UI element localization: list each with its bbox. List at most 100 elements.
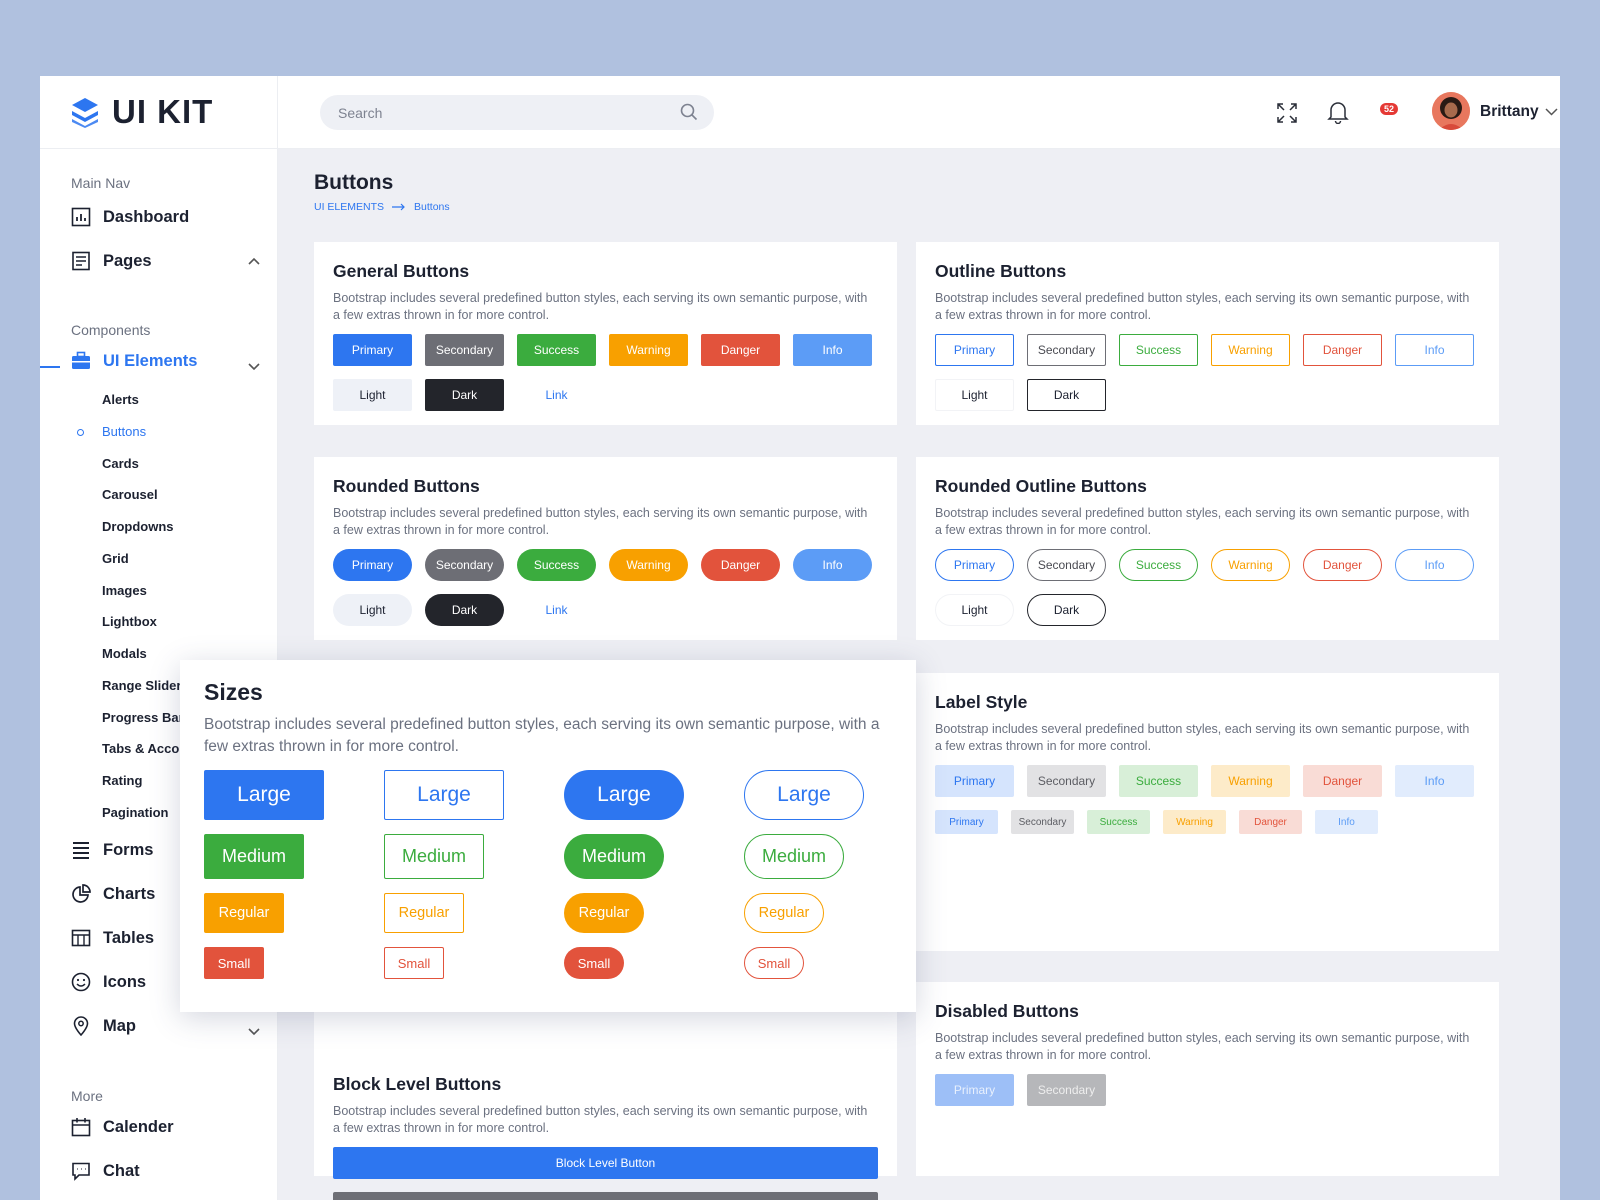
chevron-up-icon[interactable] [248, 257, 260, 265]
sub-lightbox[interactable]: Lightbox [102, 614, 157, 629]
label-info-button[interactable]: Info [1395, 765, 1474, 797]
nav-tables[interactable]: Tables [71, 928, 154, 948]
rounded-primary-button[interactable]: Primary [333, 549, 412, 581]
sub-range-slider[interactable]: Range Slider [102, 678, 181, 693]
bell-icon[interactable] [1327, 100, 1349, 124]
search-icon[interactable] [680, 103, 698, 121]
large-rounded-button[interactable]: Large [564, 770, 684, 820]
small-rounded-button[interactable]: Small [564, 947, 624, 979]
label-small-secondary-button[interactable]: Secondary [1011, 810, 1074, 834]
sub-alerts[interactable]: Alerts [102, 392, 139, 407]
label-secondary-button[interactable]: Secondary [1027, 765, 1106, 797]
small-outline-button[interactable]: Small [384, 947, 444, 979]
chevron-down-icon[interactable] [248, 1028, 260, 1036]
fullscreen-icon[interactable] [1276, 102, 1298, 124]
sub-pagination[interactable]: Pagination [102, 805, 168, 820]
small-solid-button[interactable]: Small [204, 947, 264, 979]
rounded-dark-button[interactable]: Dark [425, 594, 504, 626]
regular-rounded-outline-button[interactable]: Regular [744, 893, 824, 933]
breadcrumb-parent[interactable]: UI ELEMENTS [314, 201, 384, 213]
label-small-primary-button[interactable]: Primary [935, 810, 998, 834]
label-danger-button[interactable]: Danger [1303, 765, 1382, 797]
nav-forms[interactable]: Forms [71, 840, 153, 860]
label-small-info-button[interactable]: Info [1315, 810, 1378, 834]
label-warning-button[interactable]: Warning [1211, 765, 1290, 797]
label-small-success-button[interactable]: Success [1087, 810, 1150, 834]
primary-button[interactable]: Primary [333, 334, 412, 366]
link-button[interactable]: Link [517, 379, 596, 411]
rounded-secondary-button[interactable]: Secondary [425, 549, 504, 581]
rounded-light-button[interactable]: Light [333, 594, 412, 626]
medium-outline-button[interactable]: Medium [384, 834, 484, 879]
rounded-info-button[interactable]: Info [793, 549, 872, 581]
block-secondary-button[interactable]: Block Level Button [333, 1192, 878, 1200]
nav-calender[interactable]: Calender [71, 1117, 174, 1137]
logo[interactable]: UI KIT [40, 76, 277, 149]
sub-dropdowns[interactable]: Dropdowns [102, 519, 174, 534]
rounded-outline-light-button[interactable]: Light [935, 594, 1014, 626]
rounded-outline-primary-button[interactable]: Primary [935, 549, 1014, 581]
sub-rating[interactable]: Rating [102, 773, 142, 788]
chevron-down-icon[interactable] [248, 363, 260, 371]
light-button[interactable]: Light [333, 379, 412, 411]
sub-grid[interactable]: Grid [102, 551, 129, 566]
large-outline-button[interactable]: Large [384, 770, 504, 820]
block-primary-button[interactable]: Block Level Button [333, 1147, 878, 1179]
rounded-outline-danger-button[interactable]: Danger [1303, 549, 1382, 581]
outline-success-button[interactable]: Success [1119, 334, 1198, 366]
sub-carousel[interactable]: Carousel [102, 487, 158, 502]
regular-outline-button[interactable]: Regular [384, 893, 464, 933]
outline-secondary-button[interactable]: Secondary [1027, 334, 1106, 366]
rounded-outline-secondary-button[interactable]: Secondary [1027, 549, 1106, 581]
sub-modals[interactable]: Modals [102, 646, 147, 661]
medium-rounded-button[interactable]: Medium [564, 834, 664, 879]
label-success-button[interactable]: Success [1119, 765, 1198, 797]
sub-buttons[interactable]: Buttons [102, 424, 146, 439]
regular-rounded-button[interactable]: Regular [564, 893, 644, 933]
nav-icons[interactable]: Icons [71, 972, 146, 992]
sub-images[interactable]: Images [102, 583, 147, 598]
outline-primary-button[interactable]: Primary [935, 334, 1014, 366]
nav-charts[interactable]: Charts [71, 884, 155, 904]
nav-ui-elements[interactable]: UI Elements [71, 351, 197, 371]
sub-progress-bar[interactable]: Progress Bar [102, 710, 184, 725]
outline-danger-button[interactable]: Danger [1303, 334, 1382, 366]
avatar[interactable] [1432, 92, 1470, 130]
small-rounded-outline-button[interactable]: Small [744, 947, 804, 979]
search-input[interactable] [320, 95, 714, 130]
medium-rounded-outline-button[interactable]: Medium [744, 834, 844, 879]
sub-cards[interactable]: Cards [102, 456, 139, 471]
nav-pages[interactable]: Pages [71, 251, 152, 271]
outline-light-button[interactable]: Light [935, 379, 1014, 411]
label-small-danger-button[interactable]: Danger [1239, 810, 1302, 834]
success-button[interactable]: Success [517, 334, 596, 366]
outline-dark-button[interactable]: Dark [1027, 379, 1106, 411]
rounded-danger-button[interactable]: Danger [701, 549, 780, 581]
outline-warning-button[interactable]: Warning [1211, 334, 1290, 366]
rounded-link-button[interactable]: Link [517, 594, 596, 626]
info-button[interactable]: Info [793, 334, 872, 366]
user-avatar-icon [1432, 92, 1470, 130]
nav-map[interactable]: Map [71, 1016, 136, 1036]
secondary-button[interactable]: Secondary [425, 334, 504, 366]
danger-button[interactable]: Danger [701, 334, 780, 366]
rounded-warning-button[interactable]: Warning [609, 549, 688, 581]
regular-solid-button[interactable]: Regular [204, 893, 284, 933]
label-primary-button[interactable]: Primary [935, 765, 1014, 797]
large-rounded-outline-button[interactable]: Large [744, 770, 864, 820]
label-small-warning-button[interactable]: Warning [1163, 810, 1226, 834]
outline-info-button[interactable]: Info [1395, 334, 1474, 366]
user-name[interactable]: Brittany [1480, 103, 1539, 121]
medium-solid-button[interactable]: Medium [204, 834, 304, 879]
large-solid-button[interactable]: Large [204, 770, 324, 820]
nav-dashboard[interactable]: Dashboard [71, 207, 189, 227]
chevron-down-icon[interactable] [1545, 108, 1558, 116]
rounded-outline-info-button[interactable]: Info [1395, 549, 1474, 581]
rounded-success-button[interactable]: Success [517, 549, 596, 581]
rounded-outline-warning-button[interactable]: Warning [1211, 549, 1290, 581]
rounded-outline-success-button[interactable]: Success [1119, 549, 1198, 581]
dark-button[interactable]: Dark [425, 379, 504, 411]
rounded-outline-dark-button[interactable]: Dark [1027, 594, 1106, 626]
warning-button[interactable]: Warning [609, 334, 688, 366]
nav-chat[interactable]: Chat [71, 1161, 140, 1181]
